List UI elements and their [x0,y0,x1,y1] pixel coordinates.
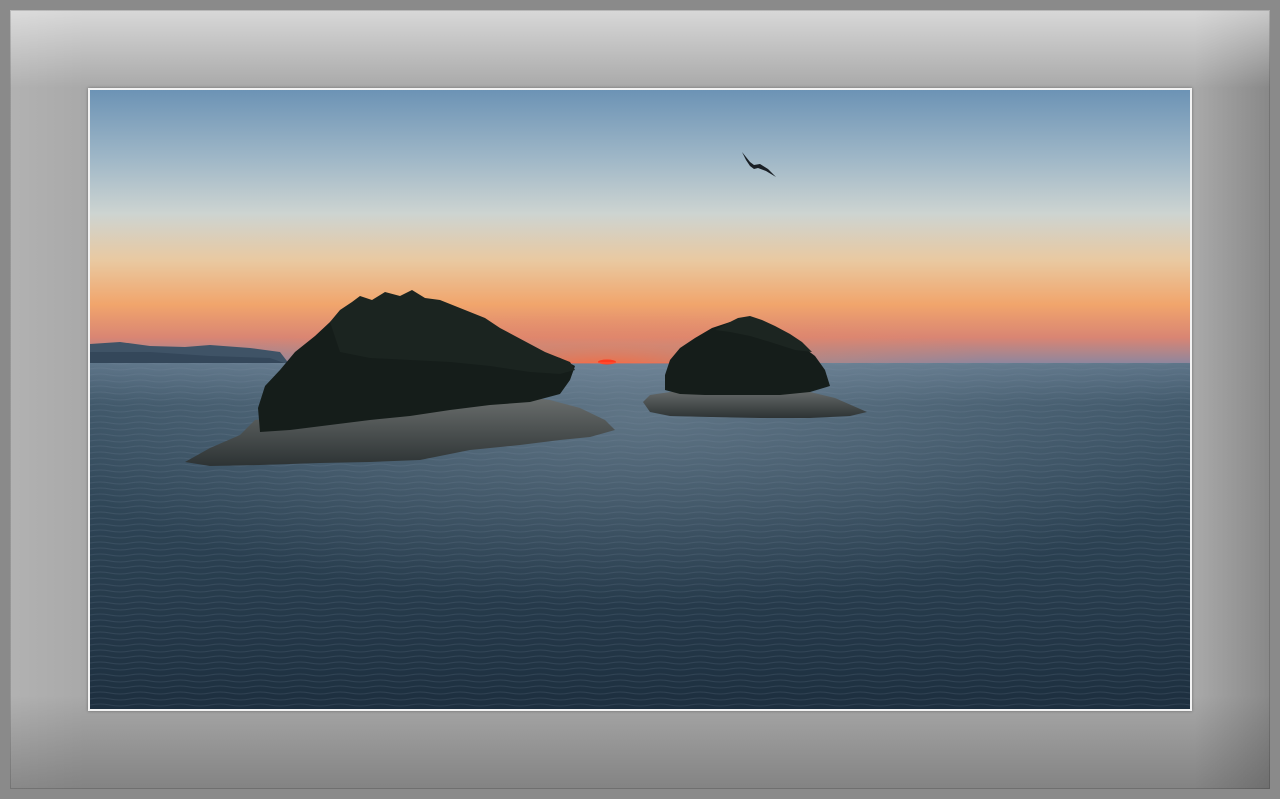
setting-sun [598,359,616,365]
sun-glow [90,210,1190,365]
landscape-photo [90,90,1190,709]
